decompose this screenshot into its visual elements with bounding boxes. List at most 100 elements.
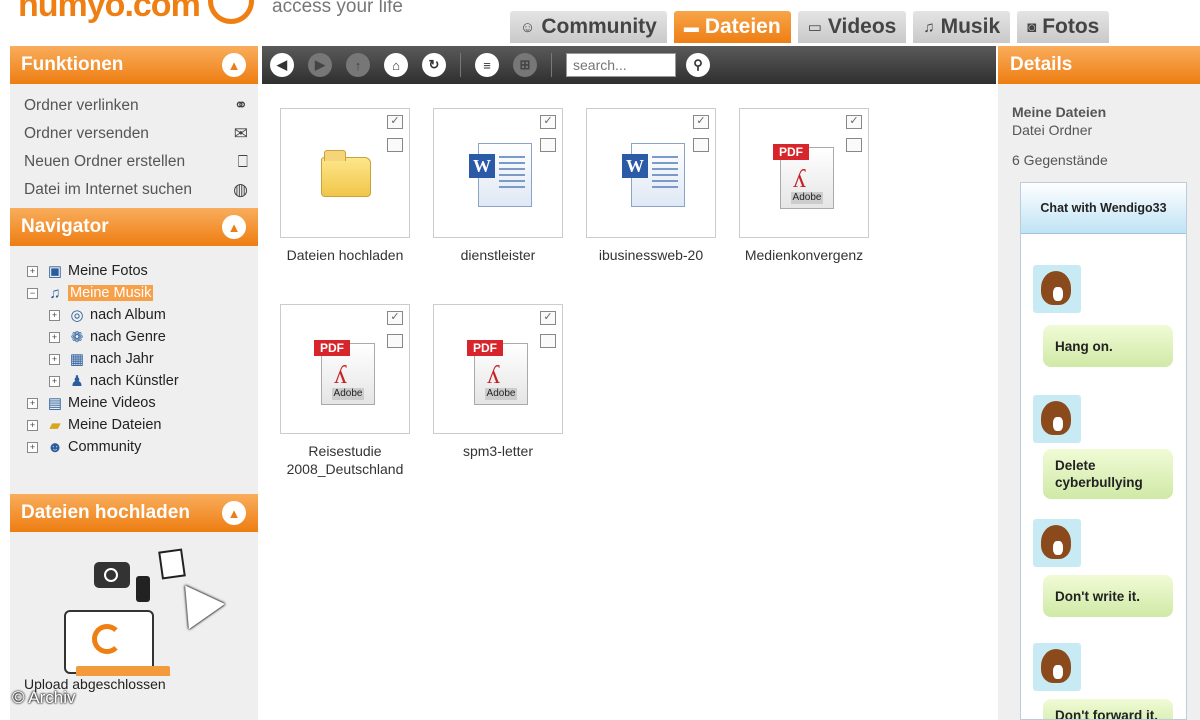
tree-node-nach-album[interactable]: + ◎ nach Album [27,304,258,326]
select-checkbox[interactable] [387,334,403,348]
upload-header[interactable]: Dateien hochladen ▲ [10,494,258,532]
select-checkbox[interactable] [540,334,556,348]
tab-dateien[interactable]: ▬ Dateien [673,11,791,43]
file-name[interactable]: Medienkonvergenz [737,246,871,264]
copyright-watermark: © Archiv [12,688,76,707]
file-thumbnail[interactable]: ✓ W [433,108,563,238]
select-checkbox[interactable] [387,138,403,152]
check-icon[interactable]: ✓ [387,115,403,129]
grid-view-icon[interactable]: ⊞ [513,53,537,77]
file-thumbnail[interactable]: ✓ PDF ʎ Adobe [280,304,410,434]
file-thumbnail[interactable]: ✓ PDF ʎ Adobe [433,304,563,434]
refresh-icon[interactable]: ↻ [422,53,446,77]
file-thumbnail[interactable]: ✓ PDF ʎ Adobe [739,108,869,238]
list-view-icon[interactable]: ≡ [475,53,499,77]
file-thumbnail[interactable]: ✓ W [586,108,716,238]
up-icon[interactable]: ↑ [346,53,370,77]
panel-title: Dateien hochladen [21,502,190,523]
details-type: Datei Ordner [1012,122,1093,138]
file-thumbnail[interactable]: ✓ [280,108,410,238]
chat-widget[interactable]: Chat with Wendigo33 Hang on. Delete cybe… [1020,182,1187,720]
file-name[interactable]: Reisestudie 2008_Deutschland [278,442,412,478]
search-input[interactable] [566,53,676,77]
word-letter: W [622,154,648,178]
file-name[interactable]: ibusinessweb-20 [584,246,718,264]
navigator-header[interactable]: Navigator ▲ [10,208,258,246]
func-ordner-versenden[interactable]: Ordner versenden ✉ [10,120,258,148]
tab-community[interactable]: ☺ Community [510,11,667,43]
people-icon: ☻ [47,438,63,456]
ipod-icon [136,576,150,602]
back-icon[interactable]: ◀ [270,53,294,77]
collapse-icon[interactable]: ▲ [222,215,246,239]
func-internet-suchen[interactable]: Datei im Internet suchen ◍ [10,176,258,204]
funktionen-header[interactable]: Funktionen ▲ [10,46,258,84]
tab-videos[interactable]: ▭ Videos [797,11,907,43]
details-header: Details [998,46,1200,84]
func-label: Ordner versenden [24,125,149,142]
file-item[interactable]: ✓ W dienstleister [431,108,565,264]
check-icon[interactable]: ✓ [693,115,709,129]
tab-fotos[interactable]: ◙ Fotos [1017,11,1110,43]
film-icon: ▤ [47,395,63,412]
chat-title: Chat with Wendigo33 [1021,183,1186,234]
expand-icon[interactable]: + [27,265,38,277]
expand-icon[interactable]: + [49,309,60,321]
tree-node-meine-musik[interactable]: − ♫ Meine Musik [27,282,258,304]
cd-icon: ◎ [70,307,84,324]
tree-node-meine-videos[interactable]: + ▤ Meine Videos [27,392,258,414]
check-icon[interactable]: ✓ [540,311,556,325]
tagline: access your life [272,0,403,17]
file-name[interactable]: spm3-letter [431,442,565,460]
expand-icon[interactable]: + [27,397,38,409]
tree-label: Meine Videos [68,395,156,411]
expand-icon[interactable]: + [49,375,60,387]
tree-label: nach Album [90,307,166,323]
expand-icon[interactable]: + [49,331,60,343]
file-item[interactable]: ✓ W ibusinessweb-20 [584,108,718,264]
file-item[interactable]: ✓ Dateien hochladen [278,108,412,264]
expand-icon[interactable]: + [27,441,38,453]
func-ordner-verlinken[interactable]: Ordner verlinken ⚭ [10,92,258,120]
check-icon[interactable]: ✓ [846,115,862,129]
collapse-icon[interactable]: ▲ [222,501,246,525]
select-checkbox[interactable] [693,138,709,152]
tree-node-nach-kuenstler[interactable]: + ♟ nach Künstler [27,370,258,392]
tab-label: Videos [827,15,897,38]
tree-node-nach-genre[interactable]: + ❁ nach Genre [27,326,258,348]
select-checkbox[interactable] [846,138,862,152]
expand-icon[interactable]: + [49,353,60,365]
tab-label: Musik [940,15,1001,38]
tree-node-meine-fotos[interactable]: + ▣ Meine Fotos [27,260,258,282]
upload-button[interactable] [76,666,170,676]
expand-icon[interactable]: + [27,419,38,431]
file-name[interactable]: dienstleister [431,246,565,264]
folder-icon [321,150,371,197]
search-icon[interactable]: ⚲ [686,53,710,77]
collapse-tree-icon[interactable]: − [27,287,38,299]
tree-node-community[interactable]: + ☻ Community [27,436,258,458]
toolbar-divider [460,53,461,77]
tab-musik[interactable]: ♫ Musik [913,11,1011,43]
funktionen-list: Ordner verlinken ⚭ Ordner versenden ✉ Ne… [10,84,258,208]
humyo-logo[interactable]: humyo.com [18,0,201,25]
tree-label: nach Jahr [90,351,154,367]
home-icon[interactable]: ⌂ [384,53,408,77]
file-name[interactable]: Dateien hochladen [278,246,412,264]
camera-icon: ◙ [1027,18,1037,36]
file-item[interactable]: ✓ PDF ʎ Adobe Medienkonvergenz [737,108,871,264]
check-icon[interactable]: ✓ [387,311,403,325]
tree-node-meine-dateien[interactable]: + ▰ Meine Dateien [27,414,258,436]
forward-icon[interactable]: ▶ [308,53,332,77]
details-count: 6 Gegenstände [1012,152,1108,168]
select-checkbox[interactable] [540,138,556,152]
tab-label: Community [541,15,657,38]
collapse-icon[interactable]: ▲ [222,53,246,77]
panel-title: Navigator [21,216,109,237]
file-item[interactable]: ✓ PDF ʎ Adobe spm3-letter [431,304,565,460]
details-name: Meine Dateien [1012,104,1107,120]
tree-node-nach-jahr[interactable]: + ▦ nach Jahr [27,348,258,370]
file-item[interactable]: ✓ PDF ʎ Adobe Reisestudie 2008_Deutschland [278,304,412,478]
func-neuen-ordner[interactable]: Neuen Ordner erstellen ⎕ [10,148,258,176]
check-icon[interactable]: ✓ [540,115,556,129]
